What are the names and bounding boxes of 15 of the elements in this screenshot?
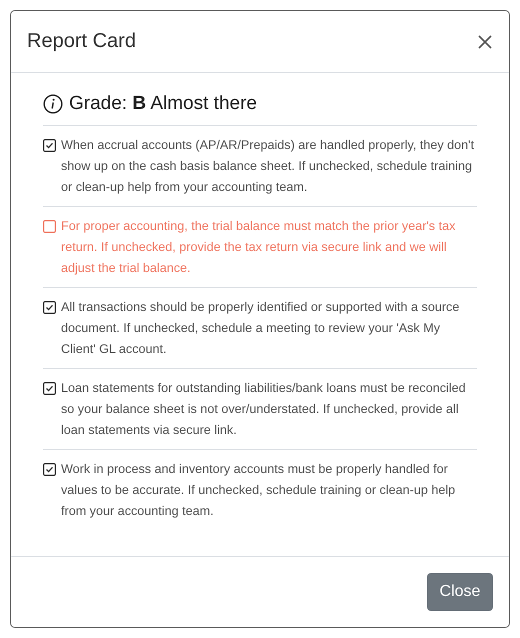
checkbox[interactable] (43, 220, 56, 233)
close-icon[interactable] (477, 34, 493, 50)
checklist-text: Loan statements for outstanding liabilities/bank loans must be reconciled so your balance sheet is not over/understated. If unchecked, provide all loan statements via secure link. (61, 380, 467, 439)
checklist-text: All transactions should be properly identified or supported with a source document. If unchecked, schedule a meeting to review your 'Ask My Client' GL account. (61, 299, 460, 358)
dialog-title: Report Card (27, 30, 136, 53)
checkbox[interactable] (43, 463, 56, 476)
checklist-text: When accrual accounts (AP/AR/Prepaids) are handled properly, they don't show up on the cash basis balance sheet. If unchecked, schedule training or clean-up help from your accounting team. (61, 137, 476, 196)
checkbox[interactable] (43, 139, 56, 152)
checklist-text: Work in process and inventory accounts must be properly handled for values to be accurate. If unchecked, schedule training or clean-up help from your accounting team. (61, 461, 456, 520)
checkbox[interactable] (43, 382, 56, 395)
close-button[interactable]: Close (427, 573, 493, 611)
grade-heading: Grade: B Almost there (69, 93, 257, 115)
checkbox[interactable] (43, 301, 56, 314)
info-icon (43, 94, 63, 114)
checklist-text: For proper accounting, the trial balance must match the prior year's tax return. If unchecked, provide the tax return via secure link and we will adjust the trial balance. (61, 218, 456, 277)
